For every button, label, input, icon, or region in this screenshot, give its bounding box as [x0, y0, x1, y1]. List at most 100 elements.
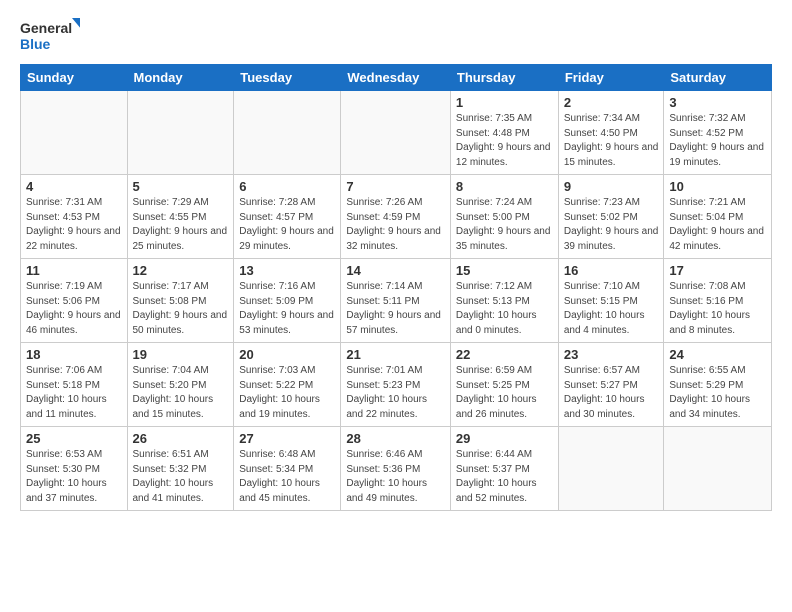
- day-number: 11: [26, 263, 122, 278]
- day-number: 10: [669, 179, 766, 194]
- calendar-cell: 11 Sunrise: 7:19 AM Sunset: 5:06 PM Dayli…: [21, 259, 128, 343]
- calendar-cell: 15 Sunrise: 7:12 AM Sunset: 5:13 PM Dayli…: [450, 259, 558, 343]
- day-number: 25: [26, 431, 122, 446]
- cell-info: Sunrise: 7:35 AM Sunset: 4:48 PM Dayligh…: [456, 112, 553, 170]
- day-number: 9: [564, 179, 659, 194]
- cell-info: Sunrise: 7:34 AM Sunset: 4:50 PM Dayligh…: [564, 112, 659, 170]
- day-number: 3: [669, 95, 766, 110]
- day-number: 27: [239, 431, 335, 446]
- day-header-saturday: Saturday: [664, 65, 772, 91]
- calendar-week-row: 11 Sunrise: 7:19 AM Sunset: 5:06 PM Dayli…: [21, 259, 772, 343]
- cell-info: Sunrise: 7:32 AM Sunset: 4:52 PM Dayligh…: [669, 112, 766, 170]
- cell-info: Sunrise: 7:10 AM Sunset: 5:15 PM Dayligh…: [564, 280, 659, 338]
- day-number: 4: [26, 179, 122, 194]
- calendar-cell: 19 Sunrise: 7:04 AM Sunset: 5:20 PM Dayli…: [127, 343, 234, 427]
- day-header-tuesday: Tuesday: [234, 65, 341, 91]
- calendar-cell: 22 Sunrise: 6:59 AM Sunset: 5:25 PM Dayli…: [450, 343, 558, 427]
- calendar-week-row: 25 Sunrise: 6:53 AM Sunset: 5:30 PM Dayli…: [21, 427, 772, 511]
- cell-info: Sunrise: 7:28 AM Sunset: 4:57 PM Dayligh…: [239, 196, 335, 254]
- calendar-cell: 2 Sunrise: 7:34 AM Sunset: 4:50 PM Daylig…: [558, 91, 664, 175]
- cell-info: Sunrise: 7:19 AM Sunset: 5:06 PM Dayligh…: [26, 280, 122, 338]
- calendar-cell: 1 Sunrise: 7:35 AM Sunset: 4:48 PM Daylig…: [450, 91, 558, 175]
- calendar-cell: 5 Sunrise: 7:29 AM Sunset: 4:55 PM Daylig…: [127, 175, 234, 259]
- cell-info: Sunrise: 7:23 AM Sunset: 5:02 PM Dayligh…: [564, 196, 659, 254]
- calendar-cell: 23 Sunrise: 6:57 AM Sunset: 5:27 PM Dayli…: [558, 343, 664, 427]
- cell-info: Sunrise: 6:53 AM Sunset: 5:30 PM Dayligh…: [26, 448, 122, 506]
- logo-svg: General Blue: [20, 16, 80, 56]
- day-header-sunday: Sunday: [21, 65, 128, 91]
- cell-info: Sunrise: 7:06 AM Sunset: 5:18 PM Dayligh…: [26, 364, 122, 422]
- day-number: 24: [669, 347, 766, 362]
- day-number: 20: [239, 347, 335, 362]
- calendar-cell: 6 Sunrise: 7:28 AM Sunset: 4:57 PM Daylig…: [234, 175, 341, 259]
- day-number: 8: [456, 179, 553, 194]
- day-number: 7: [346, 179, 445, 194]
- calendar-cell: 29 Sunrise: 6:44 AM Sunset: 5:37 PM Dayli…: [450, 427, 558, 511]
- calendar-cell: 13 Sunrise: 7:16 AM Sunset: 5:09 PM Dayli…: [234, 259, 341, 343]
- calendar-cell: 21 Sunrise: 7:01 AM Sunset: 5:23 PM Dayli…: [341, 343, 451, 427]
- logo: General Blue: [20, 16, 80, 56]
- day-header-monday: Monday: [127, 65, 234, 91]
- calendar-week-row: 1 Sunrise: 7:35 AM Sunset: 4:48 PM Daylig…: [21, 91, 772, 175]
- calendar-cell: 7 Sunrise: 7:26 AM Sunset: 4:59 PM Daylig…: [341, 175, 451, 259]
- calendar-cell: [558, 427, 664, 511]
- calendar-cell: [234, 91, 341, 175]
- calendar-cell: [341, 91, 451, 175]
- day-number: 29: [456, 431, 553, 446]
- day-number: 15: [456, 263, 553, 278]
- day-header-friday: Friday: [558, 65, 664, 91]
- calendar-cell: 9 Sunrise: 7:23 AM Sunset: 5:02 PM Daylig…: [558, 175, 664, 259]
- cell-info: Sunrise: 7:29 AM Sunset: 4:55 PM Dayligh…: [133, 196, 229, 254]
- cell-info: Sunrise: 6:59 AM Sunset: 5:25 PM Dayligh…: [456, 364, 553, 422]
- page-header: General Blue: [20, 16, 772, 56]
- calendar-week-row: 4 Sunrise: 7:31 AM Sunset: 4:53 PM Daylig…: [21, 175, 772, 259]
- calendar-cell: 10 Sunrise: 7:21 AM Sunset: 5:04 PM Dayli…: [664, 175, 772, 259]
- cell-info: Sunrise: 6:44 AM Sunset: 5:37 PM Dayligh…: [456, 448, 553, 506]
- cell-info: Sunrise: 7:16 AM Sunset: 5:09 PM Dayligh…: [239, 280, 335, 338]
- calendar-cell: 16Sunrise: 7:10 AM Sunset: 5:15 PM Dayli…: [558, 259, 664, 343]
- cell-info: Sunrise: 7:08 AM Sunset: 5:16 PM Dayligh…: [669, 280, 766, 338]
- calendar-cell: 3 Sunrise: 7:32 AM Sunset: 4:52 PM Daylig…: [664, 91, 772, 175]
- calendar-cell: 12 Sunrise: 7:17 AM Sunset: 5:08 PM Dayli…: [127, 259, 234, 343]
- cell-info: Sunrise: 7:31 AM Sunset: 4:53 PM Dayligh…: [26, 196, 122, 254]
- day-number: 2: [564, 95, 659, 110]
- day-number: 28: [346, 431, 445, 446]
- cell-info: Sunrise: 7:01 AM Sunset: 5:23 PM Dayligh…: [346, 364, 445, 422]
- day-number: 22: [456, 347, 553, 362]
- cell-info: Sunrise: 7:26 AM Sunset: 4:59 PM Dayligh…: [346, 196, 445, 254]
- day-number: 26: [133, 431, 229, 446]
- calendar-cell: [127, 91, 234, 175]
- calendar-cell: [664, 427, 772, 511]
- cell-info: Sunrise: 7:21 AM Sunset: 5:04 PM Dayligh…: [669, 196, 766, 254]
- cell-info: Sunrise: 6:46 AM Sunset: 5:36 PM Dayligh…: [346, 448, 445, 506]
- day-number: 5: [133, 179, 229, 194]
- calendar-cell: 26 Sunrise: 6:51 AM Sunset: 5:32 PM Dayli…: [127, 427, 234, 511]
- calendar-cell: 25 Sunrise: 6:53 AM Sunset: 5:30 PM Dayli…: [21, 427, 128, 511]
- cell-info: Sunrise: 6:57 AM Sunset: 5:27 PM Dayligh…: [564, 364, 659, 422]
- day-number: 23: [564, 347, 659, 362]
- cell-info: Sunrise: 7:12 AM Sunset: 5:13 PM Dayligh…: [456, 280, 553, 338]
- day-header-wednesday: Wednesday: [341, 65, 451, 91]
- calendar-header-row: SundayMondayTuesdayWednesdayThursdayFrid…: [21, 65, 772, 91]
- day-header-thursday: Thursday: [450, 65, 558, 91]
- day-number: 13: [239, 263, 335, 278]
- cell-info: Sunrise: 7:17 AM Sunset: 5:08 PM Dayligh…: [133, 280, 229, 338]
- day-number: 6: [239, 179, 335, 194]
- day-number: 21: [346, 347, 445, 362]
- day-number: 12: [133, 263, 229, 278]
- calendar-cell: 17Sunrise: 7:08 AM Sunset: 5:16 PM Dayli…: [664, 259, 772, 343]
- day-number: 19: [133, 347, 229, 362]
- cell-info: Sunrise: 6:48 AM Sunset: 5:34 PM Dayligh…: [239, 448, 335, 506]
- day-number: 1: [456, 95, 553, 110]
- calendar-cell: 28 Sunrise: 6:46 AM Sunset: 5:36 PM Dayli…: [341, 427, 451, 511]
- day-number: 18: [26, 347, 122, 362]
- calendar-cell: [21, 91, 128, 175]
- svg-text:General: General: [20, 20, 72, 36]
- cell-info: Sunrise: 6:51 AM Sunset: 5:32 PM Dayligh…: [133, 448, 229, 506]
- cell-info: Sunrise: 7:04 AM Sunset: 5:20 PM Dayligh…: [133, 364, 229, 422]
- cell-info: Sunrise: 7:14 AM Sunset: 5:11 PM Dayligh…: [346, 280, 445, 338]
- calendar-table: SundayMondayTuesdayWednesdayThursdayFrid…: [20, 64, 772, 511]
- svg-text:Blue: Blue: [20, 36, 51, 52]
- cell-info: Sunrise: 6:55 AM Sunset: 5:29 PM Dayligh…: [669, 364, 766, 422]
- day-number: 14: [346, 263, 445, 278]
